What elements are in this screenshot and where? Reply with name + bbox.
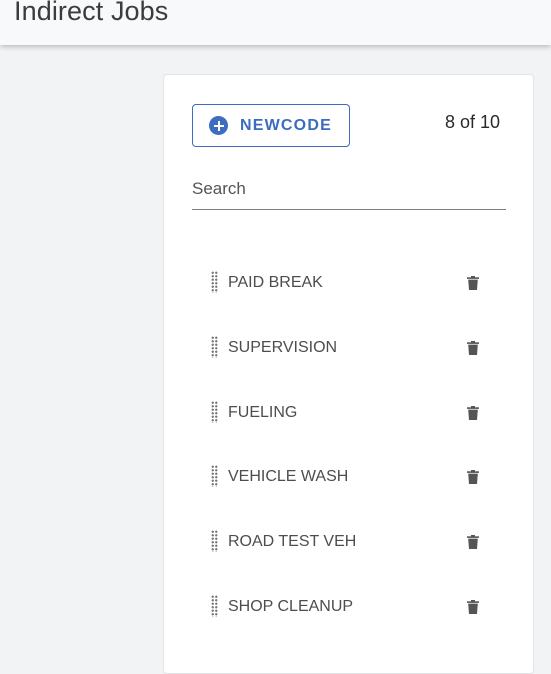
drag-handle-icon[interactable] — [211, 335, 218, 358]
list-item: ROAD TEST VEH — [209, 509, 499, 574]
indirect-jobs-card: NEWCODE 8 of 10 PAID BREAK SUPERVISION F… — [163, 74, 534, 674]
drag-handle-icon[interactable] — [211, 530, 218, 553]
list-item: VEHICLE WASH — [209, 444, 499, 509]
list-item: FUELING — [209, 380, 499, 445]
trash-icon[interactable] — [467, 535, 479, 550]
list-item-label: SUPERVISION — [228, 338, 338, 356]
page-title: Indirect Jobs — [14, 0, 169, 26]
list-item-label: VEHICLE WASH — [228, 468, 349, 486]
drag-handle-icon[interactable] — [211, 271, 218, 293]
app-header: Indirect Jobs — [0, 0, 551, 45]
trash-icon[interactable] — [467, 405, 479, 420]
drag-handle-icon[interactable] — [211, 400, 218, 423]
trash-icon[interactable] — [467, 276, 479, 290]
trash-icon[interactable] — [467, 599, 479, 614]
list-item: SHOP CLEANUP — [209, 574, 499, 639]
search-field[interactable] — [192, 177, 506, 210]
list-item: SUPERVISION — [209, 315, 499, 380]
list-item-label: PAID BREAK — [228, 274, 323, 291]
search-input[interactable] — [192, 177, 506, 201]
list-item-label: ROAD TEST VEH — [228, 533, 357, 551]
drag-handle-icon[interactable] — [211, 594, 218, 617]
list-item-label: SHOP CLEANUP — [228, 597, 354, 615]
trash-icon[interactable] — [467, 340, 479, 355]
item-count: 8 of 10 — [444, 112, 500, 132]
new-code-button-label: NEWCODE — [240, 116, 332, 134]
trash-icon[interactable] — [467, 470, 479, 485]
list-item-label: FUELING — [228, 403, 298, 421]
new-code-button[interactable]: NEWCODE — [192, 104, 350, 147]
job-list: PAID BREAK SUPERVISION FUELING VEHICLE W… — [209, 250, 499, 639]
add-circle-icon — [209, 116, 228, 135]
list-item: PAID BREAK — [209, 250, 499, 315]
drag-handle-icon[interactable] — [211, 465, 218, 488]
